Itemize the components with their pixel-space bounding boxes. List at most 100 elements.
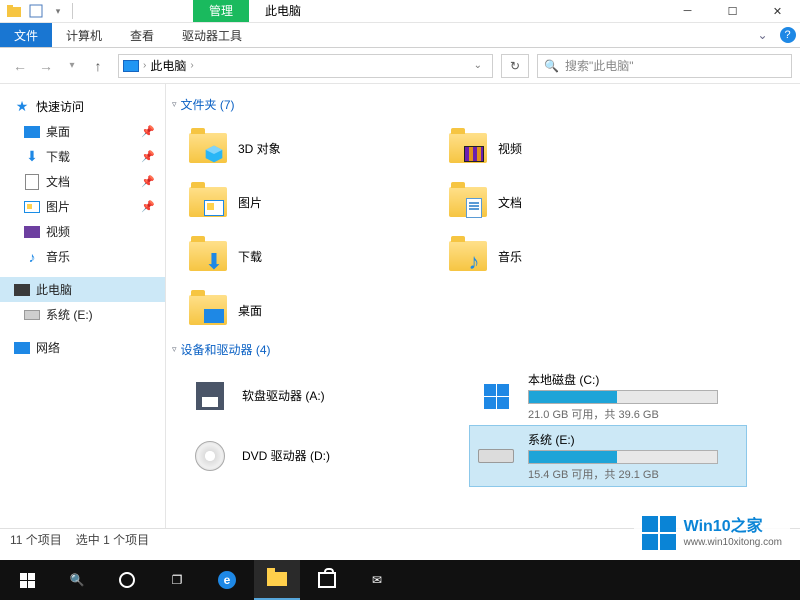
picture-icon <box>204 198 224 218</box>
taskbar-explorer[interactable] <box>254 560 300 600</box>
windows-icon <box>20 573 35 588</box>
pin-icon: 📌 <box>141 150 155 163</box>
sidebar-item-desktop[interactable]: 桌面📌 <box>0 119 165 144</box>
taskbar-store[interactable] <box>304 560 350 600</box>
back-button[interactable]: ← <box>8 54 32 78</box>
window-title: 此电脑 <box>249 0 317 22</box>
drives-grid: 软盘驱动器 (A:) 本地磁盘 (C:) 21.0 GB 可用，共 39.6 G… <box>184 366 788 486</box>
desktop-icon <box>204 306 224 326</box>
sidebar-item-this-pc[interactable]: 此电脑 <box>0 277 165 302</box>
edge-icon: e <box>218 571 236 589</box>
group-header-folders[interactable]: ▿文件夹 (7) <box>172 96 788 113</box>
collapse-icon: ▿ <box>172 99 177 110</box>
folder-3d-objects[interactable]: 3D 对象 <box>184 121 434 175</box>
group-header-devices[interactable]: ▿设备和驱动器 (4) <box>172 341 788 358</box>
download-icon: ⬇ <box>24 149 40 165</box>
start-button[interactable] <box>4 560 50 600</box>
search-box[interactable]: 🔍 搜索"此电脑" <box>537 54 792 78</box>
context-tab-manage[interactable]: 管理 <box>193 0 249 22</box>
video-icon <box>24 226 40 238</box>
download-icon: ⬇ <box>204 252 224 272</box>
taskview-icon: ❐ <box>172 573 183 587</box>
explorer-icon <box>6 3 22 19</box>
windows-logo-icon <box>642 516 676 550</box>
taskbar-edge[interactable]: e <box>204 560 250 600</box>
help-button[interactable]: ? <box>775 23 800 47</box>
pin-icon: 📌 <box>141 125 155 138</box>
usage-bar-e <box>528 450 718 464</box>
tab-file[interactable]: 文件 <box>0 23 52 47</box>
address-dropdown-icon[interactable]: ⌄ <box>468 60 488 71</box>
sidebar-item-music[interactable]: ♪音乐 <box>0 244 165 269</box>
status-selected-count: 选中 1 个项目 <box>76 531 149 548</box>
drive-floppy-a[interactable]: 软盘驱动器 (A:) <box>184 366 460 426</box>
nav-row: ← → ▾ ↑ › 此电脑 › ⌄ ↻ 🔍 搜索"此电脑" <box>0 48 800 84</box>
refresh-button[interactable]: ↻ <box>501 54 529 78</box>
drive-system-e[interactable]: 系统 (E:) 15.4 GB 可用，共 29.1 GB <box>470 426 746 486</box>
folder-music[interactable]: ♪音乐 <box>444 229 694 283</box>
address-bar[interactable]: › 此电脑 › ⌄ <box>118 54 493 78</box>
qat-dropdown-icon[interactable]: ▾ <box>50 3 66 19</box>
folder-downloads[interactable]: ⬇下载 <box>184 229 434 283</box>
folder-documents[interactable]: 文档 <box>444 175 694 229</box>
music-icon: ♪ <box>464 252 484 272</box>
folder-pictures[interactable]: 图片 <box>184 175 434 229</box>
title-bar: ▾ 管理 此电脑 ─ ☐ ✕ <box>0 0 800 23</box>
tab-drive-tools[interactable]: 驱动器工具 <box>168 23 256 47</box>
forward-button[interactable]: → <box>34 54 58 78</box>
taskbar-mail[interactable]: ✉ <box>354 560 400 600</box>
watermark: Win10之家www.win10xitong.com <box>634 512 790 554</box>
windows-icon <box>484 384 509 409</box>
pin-icon: 📌 <box>141 175 155 188</box>
breadcrumb[interactable]: › 此电脑 › <box>123 57 194 74</box>
sidebar-item-system-e[interactable]: 系统 (E:) <box>0 302 165 327</box>
sidebar: ★快速访问 桌面📌 ⬇下载📌 文档📌 图片📌 视频 ♪音乐 此电脑 系统 (E:… <box>0 84 166 528</box>
folder-icon <box>267 572 287 586</box>
up-button[interactable]: ↑ <box>86 54 110 78</box>
minimize-button[interactable]: ─ <box>665 0 710 23</box>
history-dropdown[interactable]: ▾ <box>60 54 84 78</box>
network-icon <box>14 342 30 354</box>
tab-view[interactable]: 查看 <box>116 23 168 47</box>
document-icon <box>464 198 484 218</box>
sidebar-item-pictures[interactable]: 图片📌 <box>0 194 165 219</box>
desktop-icon <box>24 126 40 138</box>
floppy-icon <box>196 382 224 410</box>
folder-videos[interactable]: 视频 <box>444 121 694 175</box>
status-item-count: 11 个项目 <box>10 531 62 548</box>
search-icon: 🔍 <box>544 59 559 73</box>
usage-bar-c <box>528 390 718 404</box>
drive-icon <box>24 310 40 320</box>
music-icon: ♪ <box>24 249 40 265</box>
sidebar-item-network[interactable]: 网络 <box>0 335 165 360</box>
breadcrumb-this-pc[interactable]: 此电脑 <box>150 57 186 74</box>
ribbon-collapse-icon[interactable]: ⌄ <box>750 23 775 47</box>
star-icon: ★ <box>14 99 30 115</box>
sidebar-item-downloads[interactable]: ⬇下载📌 <box>0 144 165 169</box>
search-icon: 🔍 <box>70 573 85 587</box>
maximize-button[interactable]: ☐ <box>710 0 755 23</box>
drive-dvd-d[interactable]: DVD 驱动器 (D:) <box>184 426 460 486</box>
content-area: ▿文件夹 (7) 3D 对象 视频 图片 文档 ⬇下载 ♪音乐 桌面 ▿设备和驱… <box>166 84 800 528</box>
taskbar-search[interactable]: 🔍 <box>54 560 100 600</box>
sidebar-quick-access[interactable]: ★快速访问 <box>0 94 165 119</box>
pc-icon <box>14 284 30 296</box>
picture-icon <box>24 201 40 213</box>
tab-computer[interactable]: 计算机 <box>52 23 116 47</box>
close-button[interactable]: ✕ <box>755 0 800 23</box>
collapse-icon: ▿ <box>172 344 177 355</box>
sidebar-item-videos[interactable]: 视频 <box>0 219 165 244</box>
folder-desktop[interactable]: 桌面 <box>184 283 434 337</box>
help-icon: ? <box>780 27 796 43</box>
qat-icon[interactable] <box>28 3 44 19</box>
search-placeholder: 搜索"此电脑" <box>565 57 634 74</box>
drive-local-c[interactable]: 本地磁盘 (C:) 21.0 GB 可用，共 39.6 GB <box>470 366 746 426</box>
taskbar-taskview[interactable]: ❐ <box>154 560 200 600</box>
document-icon <box>25 174 39 190</box>
sidebar-item-documents[interactable]: 文档📌 <box>0 169 165 194</box>
quick-access-toolbar: ▾ <box>0 3 73 19</box>
taskbar-cortana[interactable] <box>104 560 150 600</box>
chevron-right-icon[interactable]: › <box>190 60 193 71</box>
folders-grid: 3D 对象 视频 图片 文档 ⬇下载 ♪音乐 桌面 <box>184 121 788 337</box>
ribbon-tabs: 文件 计算机 查看 驱动器工具 ⌄ ? <box>0 23 800 48</box>
